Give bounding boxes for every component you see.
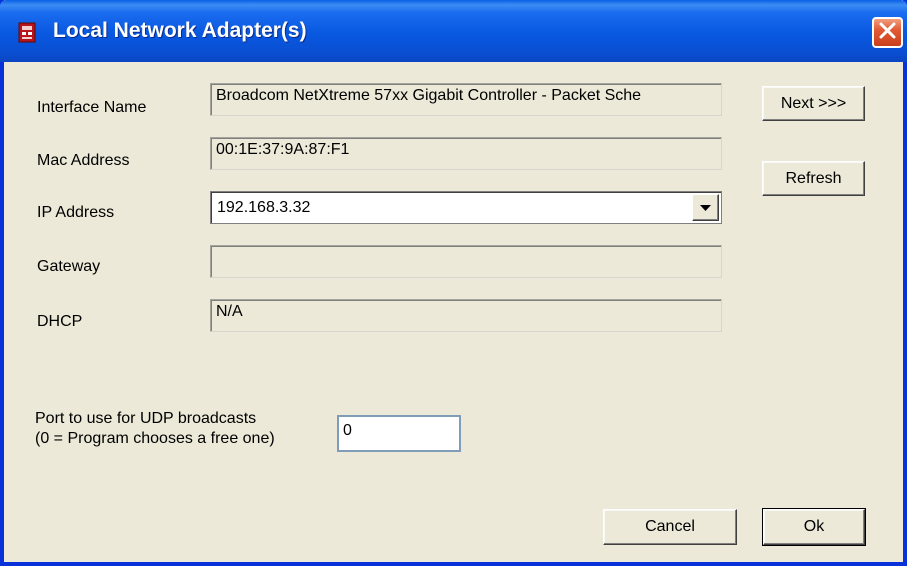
udp-port-label-line1: Port to use for UDP broadcasts: [35, 410, 257, 427]
window-title: Local Network Adapter(s): [53, 19, 307, 42]
dhcp-field: N/A: [210, 299, 722, 332]
cancel-button[interactable]: Cancel: [603, 509, 737, 545]
mac-address-field: 00:1E:37:9A:87:F1: [210, 137, 722, 170]
gateway-field: [210, 245, 722, 278]
network-adapter-icon: [17, 22, 37, 43]
refresh-button[interactable]: Refresh: [762, 161, 865, 196]
udp-port-input[interactable]: 0: [337, 415, 461, 452]
chevron-down-icon: [700, 199, 711, 217]
udp-port-label-line2: (0 = Program chooses a free one): [35, 430, 275, 447]
ok-button[interactable]: Ok: [762, 508, 866, 546]
next-button[interactable]: Next >>>: [762, 86, 865, 121]
interface-name-field: Broadcom NetXtreme 57xx Gigabit Controll…: [210, 83, 722, 116]
ip-address-select[interactable]: 192.168.3.32: [210, 191, 722, 224]
ip-address-value: 192.168.3.32: [217, 199, 311, 216]
gateway-label: Gateway: [37, 258, 101, 275]
close-icon: [879, 22, 896, 44]
dhcp-label: DHCP: [37, 313, 83, 330]
dialog-window: Local Network Adapter(s) Interface Name …: [0, 0, 907, 566]
close-button[interactable]: [872, 17, 903, 48]
mac-address-value: 00:1E:37:9A:87:F1: [216, 141, 350, 158]
title-bar[interactable]: Local Network Adapter(s): [0, 0, 907, 62]
interface-name-label: Interface Name: [37, 99, 147, 116]
dhcp-value: N/A: [216, 303, 243, 320]
interface-name-value: Broadcom NetXtreme 57xx Gigabit Controll…: [216, 87, 642, 104]
ip-address-label: IP Address: [37, 204, 115, 221]
ip-address-dropdown-button[interactable]: [692, 194, 719, 221]
udp-port-value: 0: [343, 422, 352, 439]
mac-address-label: Mac Address: [37, 152, 130, 169]
